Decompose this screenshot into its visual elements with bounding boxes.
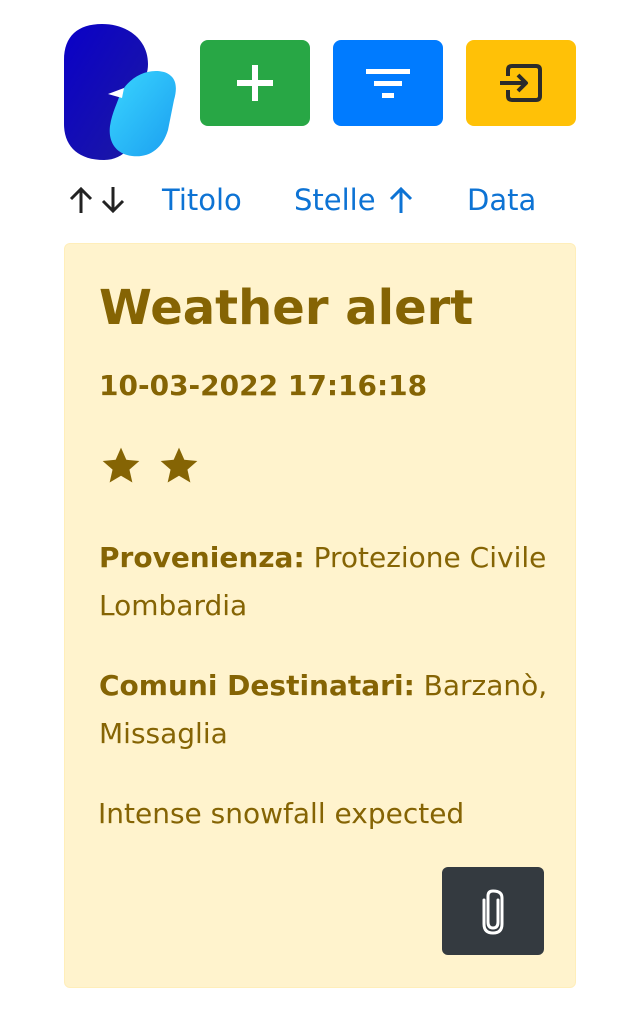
filter-button[interactable]	[333, 40, 443, 126]
star-icon	[160, 447, 198, 483]
sort-active-arrow-up-icon	[389, 186, 412, 213]
top-toolbar	[64, 24, 576, 160]
star-rating	[99, 444, 201, 488]
sort-by-stars-link[interactable]: Stelle	[294, 178, 414, 222]
plus-icon	[237, 65, 273, 101]
paperclip-icon	[482, 889, 504, 935]
alert-card: Weather alert 10-03-2022 17:16:18 Proven…	[64, 243, 576, 988]
sort-bar: Titolo Stelle Data	[64, 178, 576, 222]
comuni-label: Comuni Destinatari:	[99, 669, 415, 702]
sort-title-label: Titolo	[162, 183, 242, 217]
sort-by-title-link[interactable]: Titolo	[162, 178, 242, 222]
arrow-down-icon	[101, 187, 125, 214]
provenienza-field: Provenienza: Protezione Civile Lombardia	[99, 534, 549, 630]
star-icon	[102, 447, 140, 483]
sort-direction-toggle[interactable]	[68, 182, 132, 218]
alert-datetime: 10-03-2022 17:16:18	[99, 369, 428, 402]
attachment-button[interactable]	[442, 867, 544, 955]
alert-title: Weather alert	[99, 280, 474, 336]
arrow-up-icon	[69, 186, 93, 213]
alert-description: Intense snowfall expected	[98, 797, 465, 830]
sort-stars-label: Stelle	[294, 183, 376, 217]
comuni-field: Comuni Destinatari: Barzanò, Missaglia	[99, 662, 549, 758]
add-button[interactable]	[200, 40, 310, 126]
exit-button[interactable]	[466, 40, 576, 126]
app-logo	[64, 24, 178, 160]
filter-icon	[366, 69, 410, 98]
sort-date-label: Data	[467, 183, 537, 217]
sort-by-date-link[interactable]: Data	[467, 178, 536, 222]
provenienza-label: Provenienza:	[99, 541, 305, 574]
sign-in-icon	[500, 64, 542, 102]
